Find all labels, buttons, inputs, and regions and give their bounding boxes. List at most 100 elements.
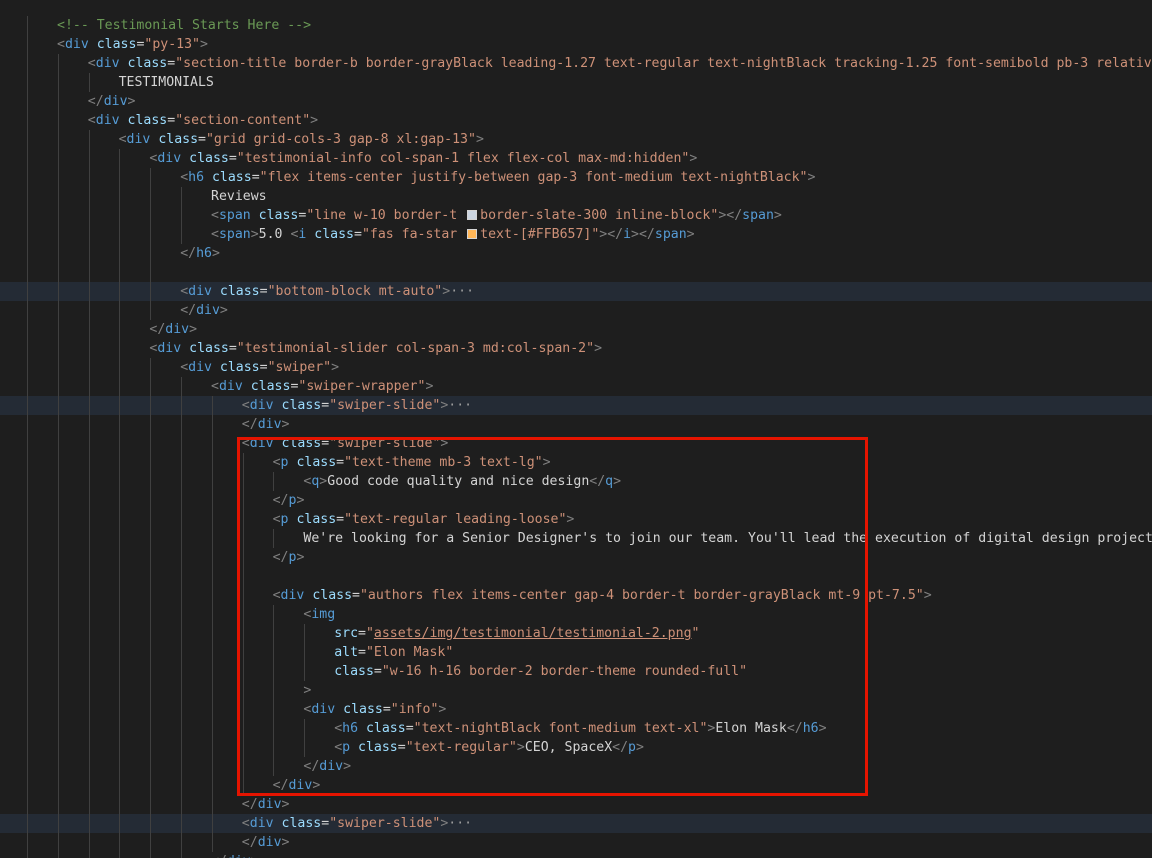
indent-guide (181, 605, 182, 624)
indent-guide (211, 662, 213, 681)
code-token: ></ (718, 208, 743, 223)
code-token: div (227, 854, 251, 858)
code-token: "testimonial-info col-span-1 flex flex-c… (236, 151, 690, 166)
code-line[interactable]: <div class="swiper-wrapper"> (0, 377, 1152, 396)
indent-guide (88, 833, 90, 852)
indent-guide (119, 567, 121, 586)
folded-region-ellipsis[interactable]: ··· (450, 284, 474, 299)
code-line[interactable]: <h6 class="flex items-center justify-bet… (0, 168, 1152, 187)
indent-guide (57, 396, 59, 415)
indent-guide (57, 301, 59, 320)
code-line[interactable]: Reviews (0, 187, 1152, 206)
code-text: <div class="section-content"> (88, 111, 318, 130)
folded-region-ellipsis[interactable]: ··· (448, 816, 472, 831)
code-token: > (773, 208, 782, 223)
code-line[interactable]: </div> (0, 852, 1152, 858)
indent-guide (27, 92, 28, 111)
indent-guide (57, 814, 59, 833)
folded-region-ellipsis[interactable]: ··· (448, 398, 472, 413)
code-token: = (228, 341, 237, 356)
indent-guide (27, 453, 28, 472)
indent-guide (211, 700, 213, 719)
indent-guide (27, 130, 28, 149)
indent-guide (181, 225, 182, 244)
code-line[interactable]: <span class="line w-10 border-t border-s… (0, 206, 1152, 225)
code-line[interactable]: <div class="section-content"> (0, 111, 1152, 130)
code-token: class (250, 379, 291, 394)
code-line[interactable]: </div> (0, 320, 1152, 339)
indent-guide (119, 149, 121, 168)
code-line[interactable]: TESTIMONIALS (0, 73, 1152, 92)
code-line[interactable]: <div class="swiper"> (0, 358, 1152, 377)
indent-guide (119, 320, 121, 339)
indent-guide (211, 567, 213, 586)
indent-guide (181, 814, 182, 833)
indent-guide (211, 795, 213, 814)
code-token: < (57, 37, 65, 52)
code-line[interactable]: </h6> (0, 244, 1152, 263)
code-token: = (198, 132, 206, 147)
indent-guide (181, 377, 182, 396)
indent-guide (181, 548, 182, 567)
indent-guide (119, 833, 121, 852)
code-line[interactable]: </div> (0, 301, 1152, 320)
indent-guide (88, 301, 90, 320)
code-line[interactable]: </div> (0, 415, 1152, 434)
code-token: class (258, 208, 299, 223)
color-swatch-icon[interactable] (467, 210, 478, 220)
code-line[interactable]: <div class="swiper-slide">··· (0, 814, 1152, 833)
code-line[interactable]: <div class="grid grid-cols-3 gap-8 xl:ga… (0, 130, 1152, 149)
code-token: <!-- Testimonial Starts Here --> (57, 18, 312, 33)
code-line[interactable]: </div> (0, 795, 1152, 814)
indent-guide (181, 567, 182, 586)
code-token: = (228, 151, 237, 166)
indent-guide (119, 757, 121, 776)
indent-guide (27, 396, 28, 415)
code-line[interactable]: <!-- Testimonial Starts Here --> (0, 16, 1152, 35)
code-token: div (95, 56, 120, 71)
code-text: <div class="swiper-wrapper"> (211, 377, 433, 396)
code-token: i (623, 227, 632, 242)
code-line[interactable]: <div class="testimonial-slider col-span-… (0, 339, 1152, 358)
code-line[interactable]: <span>5.0 <i class="fas fa-star text-[#F… (0, 225, 1152, 244)
indent-guide (57, 415, 59, 434)
code-token: < (241, 816, 250, 831)
indent-guide (27, 339, 28, 358)
indent-guide (27, 415, 28, 434)
code-line[interactable]: </div> (0, 92, 1152, 111)
code-line[interactable]: </div> (0, 833, 1152, 852)
indent-guide (150, 282, 152, 301)
indent-guide (150, 453, 152, 472)
code-token: "section-title border-b border-grayBlack… (175, 56, 1152, 71)
indent-guide (88, 377, 90, 396)
code-token: "flex items-center justify-between gap-3… (259, 170, 808, 185)
code-line[interactable]: <div class="bottom-block mt-auto">··· (0, 282, 1152, 301)
code-token: = (167, 113, 176, 128)
indent-guide (181, 415, 182, 434)
indent-guide (57, 187, 59, 206)
indent-guide (88, 472, 90, 491)
code-line[interactable]: <div class="testimonial-info col-span-1 … (0, 149, 1152, 168)
color-swatch-icon[interactable] (467, 229, 478, 239)
code-token: div (64, 37, 89, 52)
indent-guide (211, 510, 213, 529)
code-token: text-[#FFB657]" (480, 227, 600, 242)
indent-guide (57, 130, 59, 149)
highlight-annotation-box (237, 437, 868, 796)
code-text: </div> (180, 301, 228, 320)
indent-guide (88, 149, 90, 168)
indent-guide (88, 415, 90, 434)
indent-guide (150, 605, 152, 624)
code-token: div (157, 151, 182, 166)
indent-guide (27, 472, 28, 491)
code-line[interactable]: <div class="section-title border-b borde… (0, 54, 1152, 73)
indent-guide (27, 168, 28, 187)
indent-guide (57, 168, 59, 187)
indent-guide (88, 852, 90, 858)
indent-guide (88, 510, 90, 529)
code-line[interactable]: <div class="py-13"> (0, 35, 1152, 54)
code-line[interactable] (0, 263, 1152, 282)
code-line[interactable]: <div class="swiper-slide">··· (0, 396, 1152, 415)
indent-guide (150, 263, 152, 282)
